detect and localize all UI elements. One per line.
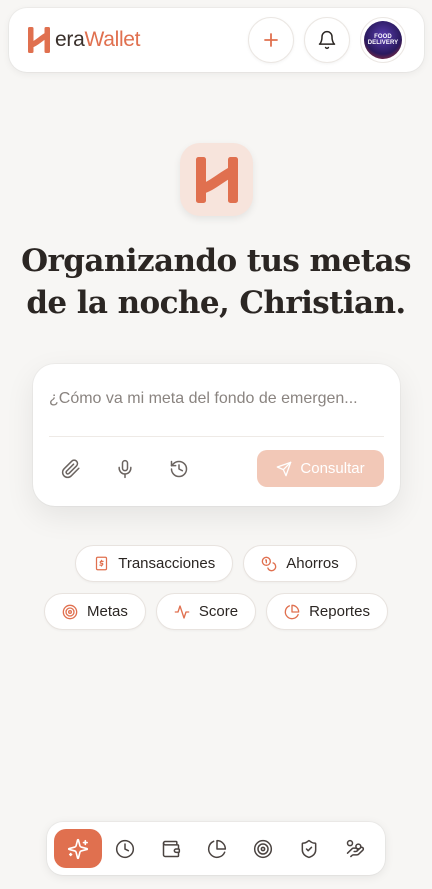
query-input[interactable] <box>49 390 383 408</box>
nav-history[interactable] <box>102 829 148 868</box>
brand-logo[interactable]: eraWallet <box>27 26 141 54</box>
receipt-dollar-icon <box>93 556 109 572</box>
chip-ahorros[interactable]: Ahorros <box>243 545 357 582</box>
send-icon <box>277 461 292 476</box>
chip-label: Score <box>198 603 239 620</box>
notifications-button[interactable] <box>304 17 350 63</box>
hero-logo <box>180 143 253 216</box>
history-icon <box>170 460 188 478</box>
add-button[interactable] <box>248 17 294 63</box>
nav-reports[interactable] <box>194 829 240 868</box>
plus-icon <box>264 33 278 47</box>
history-button[interactable] <box>167 457 191 481</box>
top-header: eraWallet FOOD DELIVERY <box>9 8 424 72</box>
chip-label: Transacciones <box>118 555 216 572</box>
chip-reportes[interactable]: Reportes <box>266 593 388 630</box>
brand-name: eraWallet <box>55 28 141 51</box>
user-avatar-button[interactable]: FOOD DELIVERY <box>360 17 406 63</box>
avatar-image: FOOD DELIVERY <box>364 21 402 59</box>
paperclip-icon <box>61 459 80 479</box>
microphone-icon <box>118 459 132 479</box>
hand-coins-icon <box>346 839 365 857</box>
bottom-nav <box>47 822 385 875</box>
chip-label: Reportes <box>309 603 370 620</box>
coins-icon <box>261 556 277 572</box>
greeting-heading: Organizando tus metas de la noche, Chris… <box>21 243 411 321</box>
divider <box>49 436 384 437</box>
pie-chart-icon <box>284 604 300 620</box>
target-icon <box>62 604 78 620</box>
chip-metas[interactable]: Metas <box>44 593 146 630</box>
sparkles-icon <box>67 838 89 859</box>
chip-label: Ahorros <box>286 555 339 572</box>
clock-icon <box>115 839 135 858</box>
nav-savings[interactable] <box>332 829 378 868</box>
pie-chart-icon <box>207 839 227 858</box>
nav-goals[interactable] <box>240 829 286 868</box>
target-icon <box>253 839 273 858</box>
nav-assistant[interactable] <box>54 829 102 868</box>
chip-label: Metas <box>87 603 128 620</box>
shield-icon <box>301 839 317 858</box>
nav-security[interactable] <box>286 829 332 868</box>
voice-button[interactable] <box>113 457 137 481</box>
activity-icon <box>174 604 190 620</box>
wallet-icon <box>162 840 181 857</box>
attach-button[interactable] <box>59 457 83 481</box>
consult-button[interactable]: Consultar <box>257 450 384 487</box>
nav-wallet[interactable] <box>148 829 194 868</box>
consult-label: Consultar <box>300 460 365 477</box>
query-card: Consultar <box>33 364 400 506</box>
chip-score[interactable]: Score <box>155 593 257 630</box>
brand-h-icon <box>195 156 238 203</box>
bell-icon <box>318 30 336 50</box>
brand-h-icon <box>28 27 50 53</box>
chip-transacciones[interactable]: Transacciones <box>75 545 234 582</box>
